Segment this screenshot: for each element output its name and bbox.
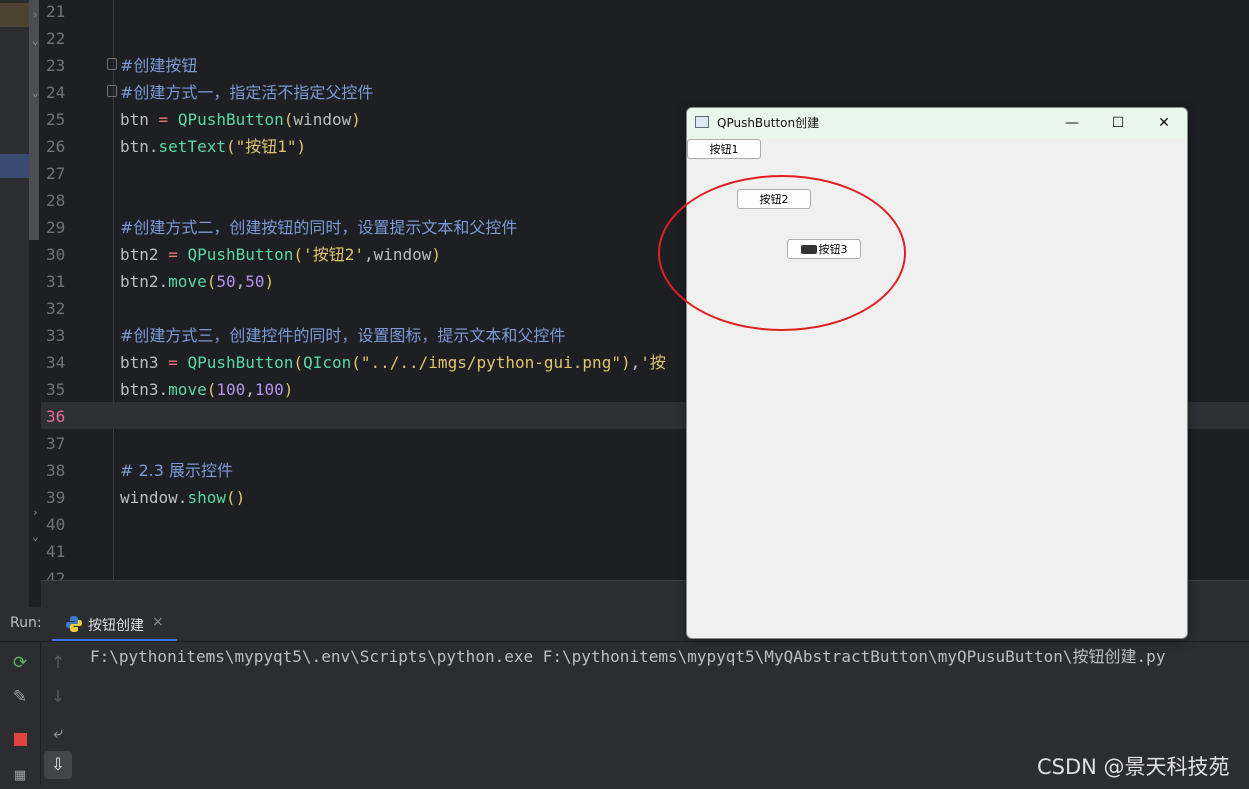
line-number: 25 [46, 110, 66, 129]
line-number: 22 [46, 29, 66, 48]
line-number: 27 [46, 164, 66, 183]
console-toolbar: ↑ ↓ ⤶ ⇩ [40, 641, 76, 785]
code-text: #创建方式一，指定活不指定父控件 [120, 83, 374, 102]
code-text: btn3 = QPushButton(QIcon("../../imgs/pyt… [120, 353, 666, 372]
code-text: window.show() [120, 488, 246, 507]
line-number: 23 [46, 56, 66, 75]
code-text: btn.setText("按钮1") [120, 137, 307, 156]
code-text: btn = QPushButton(window) [120, 110, 361, 129]
stop-icon[interactable] [6, 725, 34, 753]
line-number: 32 [46, 299, 66, 318]
run-tab[interactable]: 按钮创建 × [52, 607, 177, 641]
line-number: 38 [46, 461, 66, 480]
python-icon [66, 616, 82, 632]
wrench-icon[interactable]: ✎ [6, 683, 34, 711]
line-number: 39 [46, 488, 66, 507]
app-icon [695, 116, 709, 128]
line-number: 34 [46, 353, 66, 372]
watermark: CSDN @景天科技苑 [1037, 755, 1230, 779]
qt-window-title: QPushButton创建 [717, 116, 820, 130]
line-number: 26 [46, 137, 66, 156]
arrow-up-icon[interactable]: ↑ [44, 649, 72, 677]
line-number: 30 [46, 245, 66, 264]
line-number: 41 [46, 542, 66, 561]
run-toolbar: ⟳ ✎ ▦ [0, 641, 41, 785]
line-number: 35 [46, 380, 66, 399]
code-line[interactable]: 22 [0, 25, 1249, 52]
code-line[interactable]: 21 [0, 0, 1249, 25]
line-number: 29 [46, 218, 66, 237]
code-text: btn2.move(50,50) [120, 272, 275, 291]
line-number: 28 [46, 191, 66, 210]
line-number: 31 [46, 272, 66, 291]
line-number: 37 [46, 434, 66, 453]
run-tab-label: 按钮创建 [88, 618, 144, 634]
close-icon[interactable]: ✕ [1141, 108, 1187, 138]
code-line[interactable]: 23 #创建按钮 [0, 52, 1249, 79]
code-text: #创建按钮 [120, 56, 198, 75]
close-icon[interactable]: × [152, 614, 164, 630]
maximize-icon[interactable]: ☐ [1095, 108, 1141, 138]
annotation-circle [658, 175, 906, 331]
soft-wrap-icon[interactable]: ⤶ [44, 719, 72, 747]
code-text: #创建方式二，创建按钮的同时，设置提示文本和父控件 [120, 218, 518, 237]
scroll-to-end-icon[interactable]: ⇩ [44, 751, 72, 779]
code-text: btn2 = QPushButton('按钮2',window) [120, 245, 442, 264]
code-line[interactable]: 24 #创建方式一，指定活不指定父控件 [0, 79, 1249, 106]
line-number: 24 [46, 83, 66, 102]
code-text: btn3.move(100,100) [120, 380, 294, 399]
line-number: 40 [46, 515, 66, 534]
rerun-icon[interactable]: ⟳ [6, 649, 34, 677]
button-1[interactable]: 按钮1 [687, 139, 761, 159]
code-text: # 2.3 展示控件 [120, 461, 234, 480]
line-number: 21 [46, 2, 66, 21]
qt-titlebar[interactable]: QPushButton创建 — ☐ ✕ [687, 108, 1187, 138]
code-text: #创建方式三，创建控件的同时，设置图标，提示文本和父控件 [120, 326, 566, 345]
line-number: 36 [46, 407, 66, 426]
line-number: 33 [46, 326, 66, 345]
console-output: F:\pythonitems\mypyqt5\.env\Scripts\pyth… [90, 647, 1166, 666]
minimize-icon[interactable]: — [1049, 108, 1095, 138]
run-label: Run: [10, 615, 42, 631]
arrow-down-icon[interactable]: ↓ [44, 683, 72, 711]
